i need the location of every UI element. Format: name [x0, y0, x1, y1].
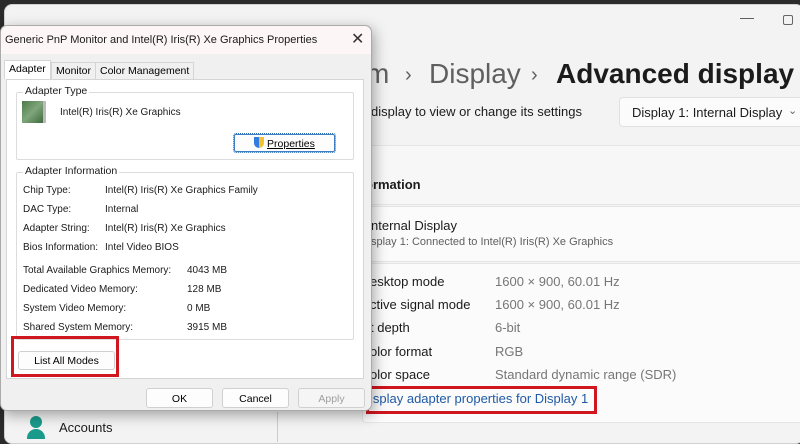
breadcrumb-display[interactable]: Display [429, 58, 521, 90]
display-name: nternal Display [371, 218, 457, 233]
adapter-type-group: Adapter Type Intel(R) Iris(R) Xe Graphic… [16, 85, 354, 160]
detail-value: Standard dynamic range (SDR) [495, 367, 677, 382]
display-dropdown-value: Display 1: Internal Display [632, 105, 783, 120]
sidebar-item-accounts[interactable]: Accounts [0, 412, 278, 442]
close-icon[interactable]: ✕ [351, 29, 364, 49]
tab-monitor[interactable]: Monitor [51, 62, 97, 79]
breadcrumb-separator: › [405, 64, 412, 86]
group-label: Adapter Type [23, 85, 90, 97]
select-display-prompt: display to view or change its settings [371, 104, 582, 119]
info-value: Intel(R) Iris(R) Xe Graphics Family [105, 185, 258, 196]
highlight-box [366, 386, 597, 414]
group-label: Adapter Information [23, 165, 120, 177]
memory-label: Total Available Graphics Memory: [23, 265, 172, 276]
info-value: Intel Video BIOS [105, 242, 179, 253]
memory-label: Shared System Memory: [23, 322, 134, 333]
tab-adapter[interactable]: Adapter [4, 60, 51, 79]
minimize-button[interactable]: — [740, 9, 754, 25]
detail-value: 1600 × 900, 60.01 Hz [495, 274, 620, 289]
detail-label: t depth [370, 320, 410, 335]
cancel-label: Cancel [239, 393, 272, 405]
accounts-icon [30, 416, 42, 428]
adapter-information-group: Adapter Information Chip Type: Intel(R) … [16, 165, 354, 340]
detail-label: ctive signal mode [370, 297, 471, 312]
adapter-tab-panel: Adapter Type Intel(R) Iris(R) Xe Graphic… [6, 79, 364, 379]
ok-label: OK [171, 393, 188, 405]
info-label: DAC Type: [23, 204, 72, 215]
display-card: nternal Display splay 1: Connected to In… [362, 206, 800, 262]
info-value: Intel(R) Iris(R) Xe Graphics [105, 223, 226, 234]
detail-label: olor space [370, 367, 430, 382]
info-label: Adapter String: [23, 223, 90, 234]
memory-value: 0 MB [187, 303, 211, 314]
accounts-icon-body [27, 429, 45, 439]
apply-label: Apply [318, 393, 345, 405]
section-title: ormation [365, 177, 421, 192]
maximize-button[interactable] [783, 15, 793, 25]
memory-value: 4043 MB [187, 265, 228, 276]
cancel-button[interactable]: Cancel [222, 388, 289, 408]
highlight-box [11, 336, 119, 377]
dialog-title: Generic PnP Monitor and Intel(R) Iris(R)… [5, 34, 318, 46]
display-information-header[interactable]: ormation [362, 145, 800, 205]
shield-icon [254, 137, 265, 148]
info-label: Bios Information: [23, 242, 99, 253]
detail-label: esktop mode [370, 274, 445, 289]
breadcrumb-separator: › [531, 64, 538, 86]
graphics-card-icon [22, 101, 46, 123]
adapter-name: Intel(R) Iris(R) Xe Graphics [60, 107, 181, 118]
apply-button[interactable]: Apply [298, 388, 365, 408]
memory-value: 3915 MB [187, 322, 228, 333]
info-label: Chip Type: [23, 185, 71, 196]
chevron-down-icon: ⌄ [788, 105, 798, 117]
info-value: Internal [105, 204, 139, 215]
memory-value: 128 MB [187, 284, 222, 295]
properties-button[interactable]: Properties [233, 133, 336, 153]
memory-label: System Video Memory: [23, 303, 127, 314]
display-dropdown[interactable]: Display 1: Internal Display ⌄ [619, 97, 800, 127]
ok-button[interactable]: OK [146, 388, 213, 408]
detail-label: olor format [370, 344, 433, 359]
memory-label: Dedicated Video Memory: [23, 284, 138, 295]
detail-value: 1600 × 900, 60.01 Hz [495, 297, 620, 312]
detail-value: 6-bit [495, 320, 521, 335]
dialog-title-bar: Generic PnP Monitor and Intel(R) Iris(R)… [1, 26, 371, 54]
detail-value: RGB [495, 344, 524, 359]
properties-label: Properties [267, 138, 315, 150]
display-connection: splay 1: Connected to Intel(R) Iris(R) X… [371, 236, 614, 248]
tab-color-management[interactable]: Color Management [95, 62, 195, 79]
page-title: Advanced display [556, 58, 795, 89]
